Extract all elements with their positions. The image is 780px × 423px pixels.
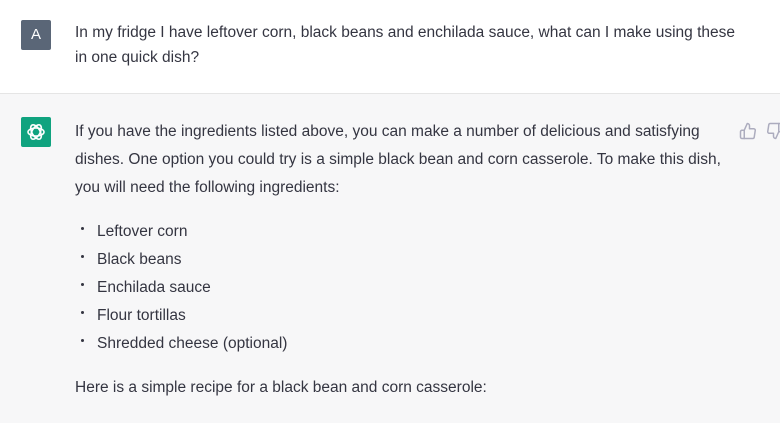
list-item: Black beans — [75, 246, 735, 274]
ingredient-label: Shredded cheese (optional) — [97, 335, 288, 352]
bullet-icon — [81, 339, 84, 342]
list-item: Flour tortillas — [75, 302, 735, 330]
bullet-icon — [81, 311, 84, 314]
bullet-icon — [81, 227, 84, 230]
ingredient-label: Black beans — [97, 251, 182, 268]
assistant-message-row: If you have the ingredients listed above… — [0, 94, 780, 423]
ingredient-label: Flour tortillas — [97, 307, 186, 324]
bullet-icon — [81, 283, 84, 286]
assistant-message-content: If you have the ingredients listed above… — [75, 118, 735, 402]
user-message-row: A In my fridge I have leftover corn, bla… — [0, 0, 780, 94]
thumbs-down-icon[interactable] — [766, 122, 780, 140]
assistant-paragraph-intro: If you have the ingredients listed above… — [75, 123, 721, 196]
openai-logo-icon — [21, 117, 51, 147]
user-avatar: A — [21, 20, 51, 50]
user-message-text: In my fridge I have leftover corn, black… — [75, 24, 735, 66]
ingredients-list: Leftover corn Black beans Enchilada sauc… — [75, 218, 735, 358]
bullet-icon — [81, 255, 84, 258]
thumbs-up-icon[interactable] — [739, 122, 757, 140]
chat-page: A In my fridge I have leftover corn, bla… — [0, 0, 780, 423]
ingredient-label: Leftover corn — [97, 223, 188, 240]
ingredient-label: Enchilada sauce — [97, 279, 211, 296]
list-item: Shredded cheese (optional) — [75, 330, 735, 358]
assistant-paragraph-recipe: Here is a simple recipe for a black bean… — [75, 379, 487, 396]
list-item: Leftover corn — [75, 218, 735, 246]
list-item: Enchilada sauce — [75, 274, 735, 302]
